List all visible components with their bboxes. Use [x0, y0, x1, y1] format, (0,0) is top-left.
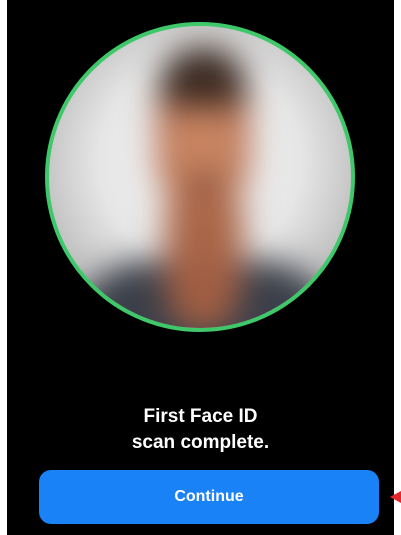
face-photo	[49, 26, 351, 328]
face-scan-ring	[45, 22, 355, 332]
scan-status-title: First Face ID scan complete.	[7, 404, 394, 456]
left-arrow-pointer-icon	[390, 491, 401, 503]
scan-status-title-line1: First Face ID	[143, 406, 258, 427]
scan-status-title-line2: scan complete.	[131, 432, 270, 453]
continue-button[interactable]: Continue	[39, 470, 379, 524]
face-id-setup-screen: First Face ID scan complete. Continue	[7, 0, 394, 535]
